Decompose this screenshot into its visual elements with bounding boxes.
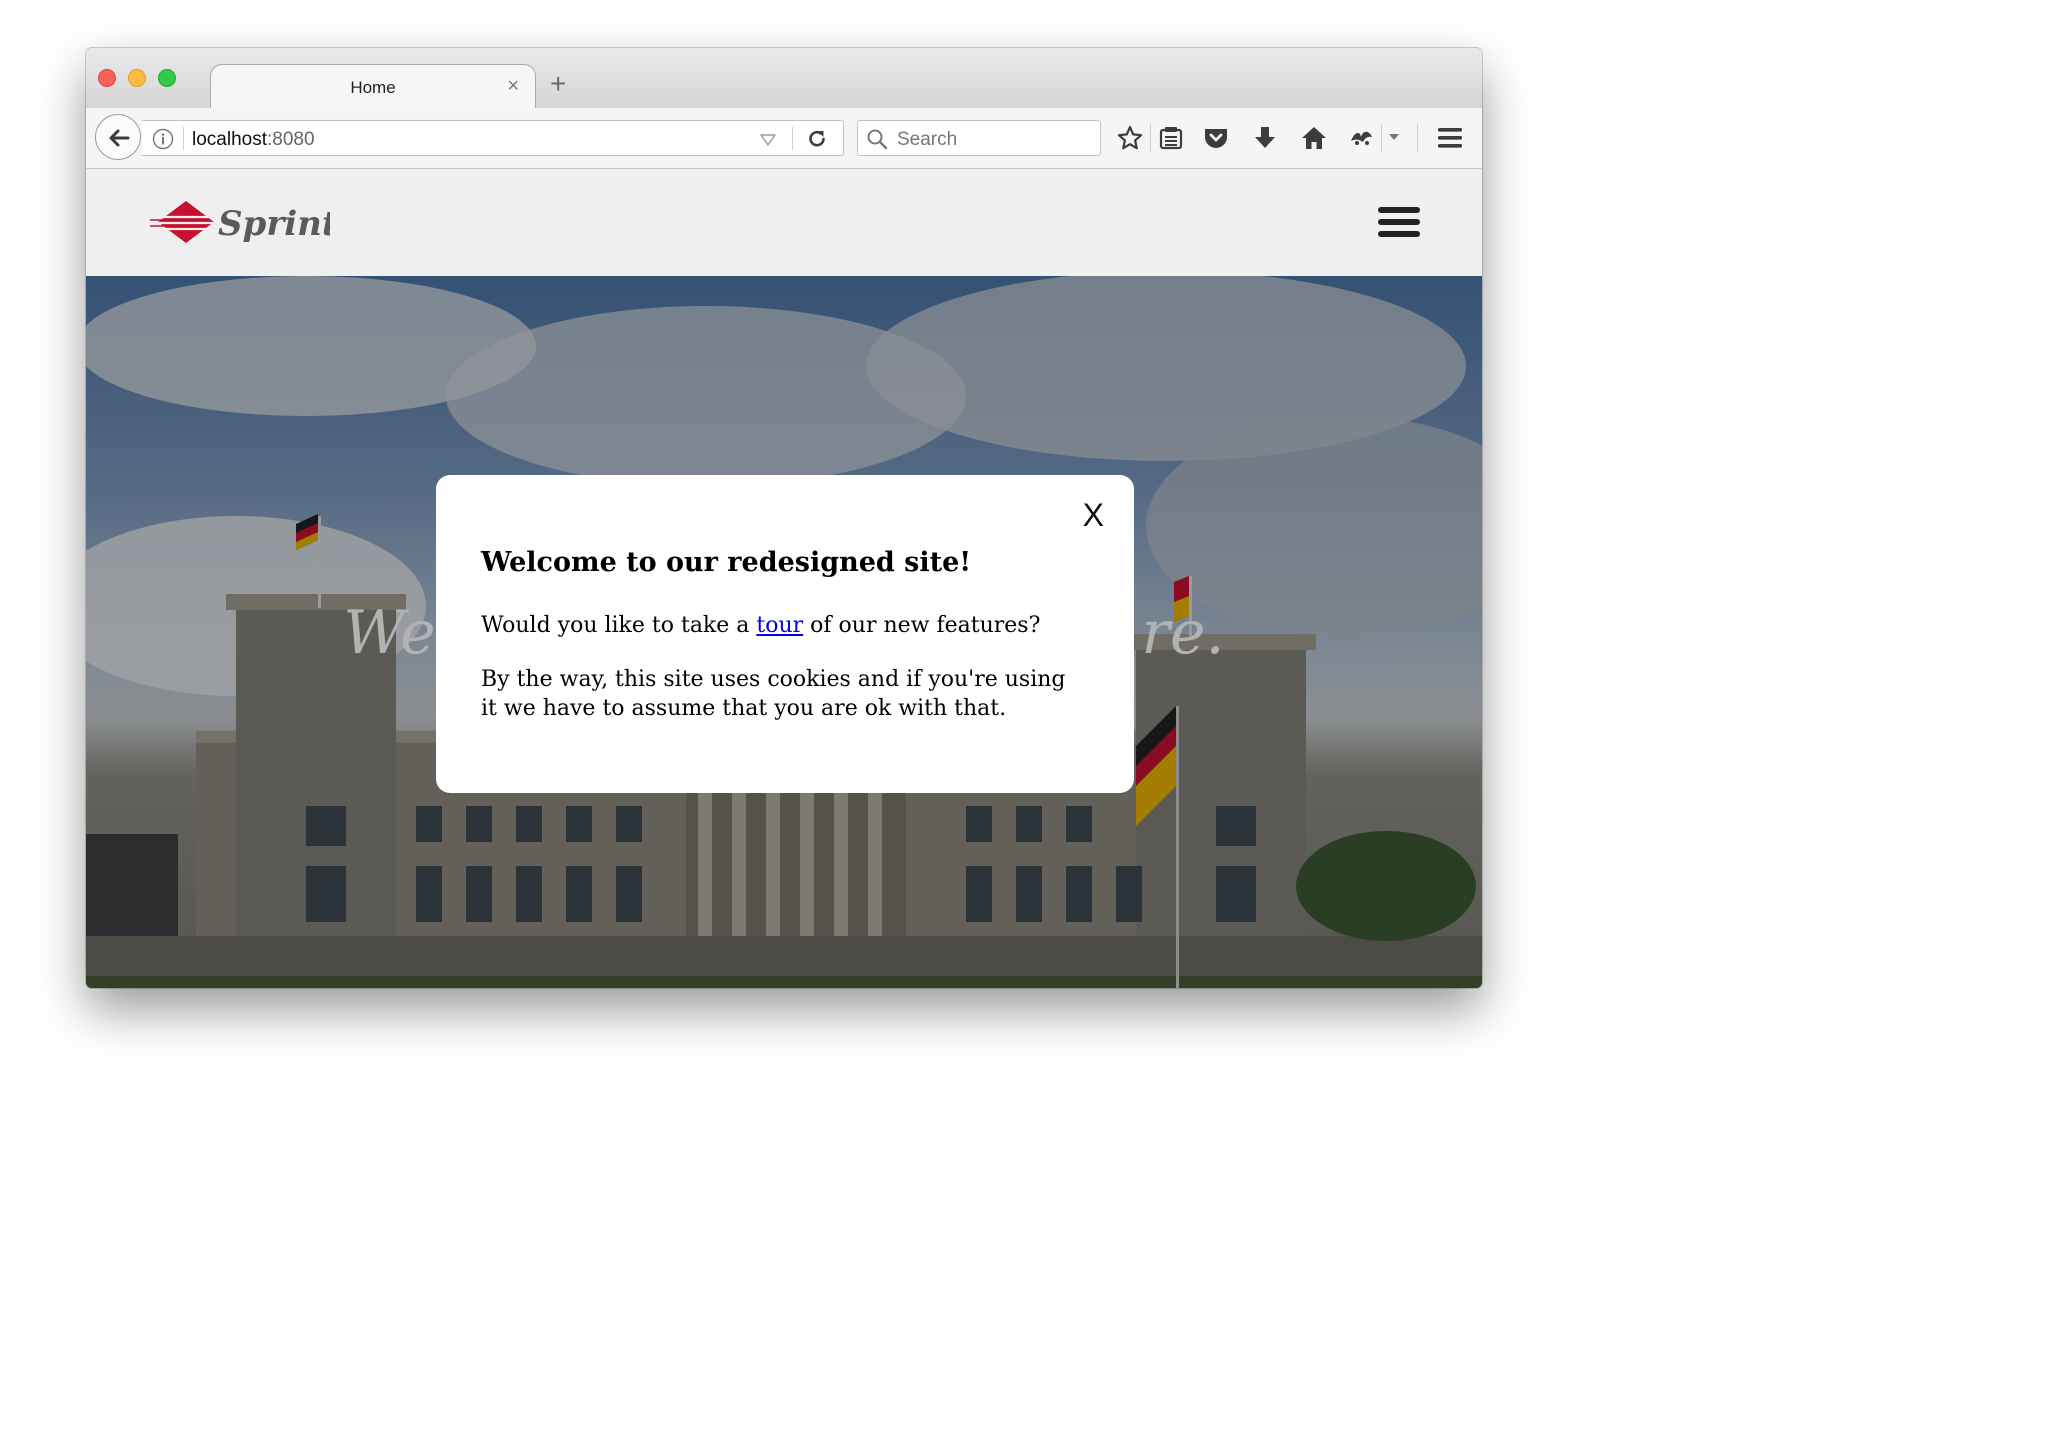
home-icon[interactable] [1301,125,1327,151]
window-maximize-button[interactable] [158,69,176,87]
menu-bar [1378,231,1420,237]
tour-link[interactable]: tour [756,613,803,638]
sprint-logo[interactable]: Sprint [150,199,338,250]
nav-toolbar: localhost:8080 Search [86,108,1482,169]
modal-tour-text: Would you like to take a tour of our new… [481,611,1081,640]
download-icon[interactable] [1252,125,1278,151]
page-viewport: Sprint We re. X Welcome to our redesigne… [86,169,1482,988]
new-tab-button[interactable]: + [550,70,566,98]
toolbar-separator [1381,124,1382,152]
url-text[interactable]: localhost:8080 [192,129,315,151]
menu-bar [1378,207,1420,213]
modal-tour-text-after: of our new features? [803,613,1041,638]
logo-text: Sprint [218,204,330,244]
search-bar[interactable]: Search [857,120,1101,156]
dropdown-icon[interactable] [760,134,776,146]
info-icon[interactable] [152,128,174,150]
search-placeholder: Search [897,129,958,150]
extension-dropdown-icon[interactable] [1388,133,1400,141]
site-header: Sprint [86,169,1482,276]
back-arrow-icon [109,129,130,147]
url-host: localhost [192,129,267,150]
tab-home[interactable]: Home × [210,64,536,109]
window-close-button[interactable] [98,69,116,87]
modal-close-button[interactable]: X [1083,499,1104,531]
search-icon [867,129,888,150]
tab-close-icon[interactable]: × [507,76,519,96]
modal-title: Welcome to our redesigned site! [481,547,972,578]
tab-strip: Home × + [86,48,1482,109]
site-menu-button[interactable] [1378,207,1420,243]
url-separator [183,127,184,150]
bookmark-star-icon[interactable] [1117,125,1143,151]
welcome-modal: X Welcome to our redesigned site! Would … [436,475,1134,793]
menu-bar [1378,219,1420,225]
menu-icon[interactable] [1437,125,1463,151]
browser-window: Home × + localhost:8080 Search Sprint We… [86,48,1482,988]
toolbar-separator [1150,124,1151,152]
pocket-icon[interactable] [1203,125,1229,151]
url-port: :8080 [267,129,315,150]
tab-title: Home [350,78,396,97]
window-minimize-button[interactable] [128,69,146,87]
reading-list-icon[interactable] [1158,125,1184,151]
address-bar[interactable]: localhost:8080 [142,120,844,156]
modal-tour-text-before: Would you like to take a [481,613,757,638]
modal-cookie-text: By the way, this site uses cookies and i… [481,667,1066,721]
reload-icon[interactable] [806,128,828,150]
url-separator [792,127,793,150]
extension-icon[interactable] [1348,125,1374,151]
sprint-logo-icon: Sprint [150,201,338,244]
back-button[interactable] [95,114,141,160]
toolbar-separator [1417,124,1418,152]
